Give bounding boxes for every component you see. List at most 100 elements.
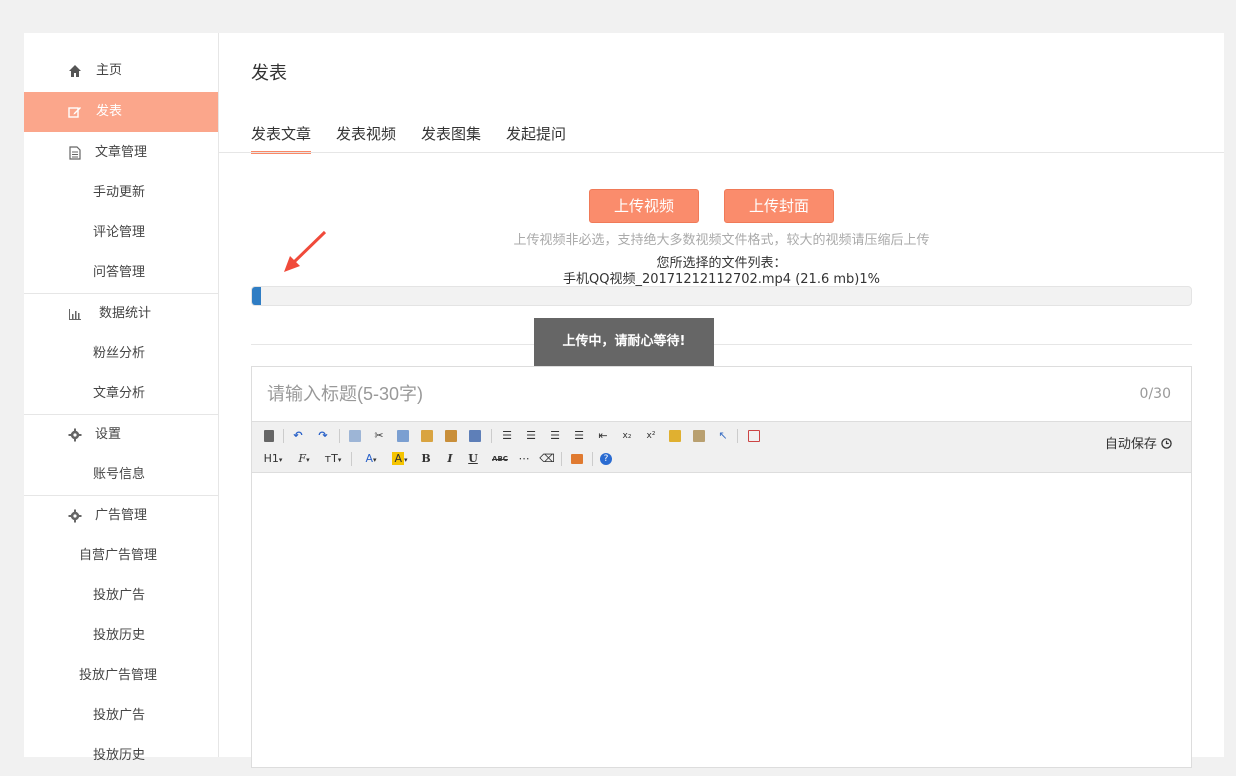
sidebar-item-place-ad[interactable]: 投放广告	[24, 576, 218, 616]
eraser-icon[interactable]: ⌫	[539, 450, 555, 468]
cut-icon[interactable]: ✂	[371, 427, 387, 445]
content-panel: 主页 发表 文章管理 手动更新 评论管理 问答管理 数据统计 粉丝分析 文章分析	[24, 33, 1224, 768]
sidebar-item-label: 账号信息	[93, 467, 146, 482]
clock-icon	[1161, 438, 1172, 449]
gear-icon	[68, 509, 82, 523]
bold-button[interactable]: B	[419, 450, 433, 468]
heading-select[interactable]: H1▾	[261, 450, 285, 468]
highlight-label: A	[392, 452, 404, 465]
toolbar-separator	[561, 452, 562, 466]
insert-image-icon[interactable]	[569, 450, 585, 468]
upload-cover-button[interactable]: 上传封面	[724, 189, 834, 223]
document-icon	[69, 146, 81, 160]
align-justify-icon[interactable]: ☰	[571, 427, 587, 445]
sidebar-item-manual-update[interactable]: 手动更新	[24, 173, 218, 213]
tab-ask-question[interactable]: 发起提问	[506, 121, 566, 151]
sidebar-item-label: 设置	[95, 427, 122, 442]
sidebar-item-comment-management[interactable]: 评论管理	[24, 213, 218, 253]
section-divider	[251, 344, 1192, 345]
size-label: тT	[324, 452, 338, 465]
sidebar-item-label: 主页	[96, 63, 123, 78]
sidebar-item-label: 自营广告管理	[79, 548, 158, 563]
highlight-color-button[interactable]: A ▾	[389, 450, 411, 468]
sidebar-item-home[interactable]: 主页	[24, 51, 218, 91]
sidebar-item-label: 投放广告	[93, 708, 146, 723]
upload-toast: 上传中，请耐心等待!	[534, 318, 714, 366]
sidebar-item-label: 广告管理	[95, 508, 148, 523]
sidebar-item-article-management[interactable]: 文章管理	[24, 133, 218, 173]
undo-icon[interactable]: ↶	[290, 427, 306, 445]
copy-icon[interactable]	[395, 427, 411, 445]
select-all-icon[interactable]: ↖	[715, 427, 731, 445]
font-size-select[interactable]: тT▾	[321, 450, 345, 468]
align-center-icon[interactable]: ☰	[523, 427, 539, 445]
title-input[interactable]	[252, 367, 1191, 421]
toolbar-separator	[351, 452, 352, 466]
tab-publish-gallery[interactable]: 发表图集	[421, 121, 481, 151]
horizontal-rule-icon[interactable]: ⋯	[516, 450, 532, 468]
editor-content-area[interactable]	[252, 473, 1191, 767]
redo-icon[interactable]: ↷	[315, 427, 331, 445]
underline-button[interactable]: U	[466, 450, 480, 468]
sidebar-item-statistics[interactable]: 数据统计	[24, 294, 218, 334]
sidebar-item-article-analysis[interactable]: 文章分析	[24, 374, 218, 414]
page-title: 发表	[251, 63, 287, 84]
main-content: 发表 发表文章 发表视频 发表图集 发起提问 上传视频 上传封面 上传视频非必选…	[219, 33, 1224, 768]
sidebar-item-label: 文章管理	[95, 145, 148, 160]
annotation-arrow-icon	[284, 230, 327, 272]
sidebar-item-ad-history[interactable]: 投放历史	[24, 616, 218, 656]
preview-icon[interactable]	[347, 427, 363, 445]
gear-icon	[68, 428, 82, 442]
toolbar-separator	[339, 429, 340, 443]
sidebar-item-settings[interactable]: 设置	[24, 415, 218, 455]
toolbar-separator	[592, 452, 593, 466]
sidebar-item-account-info[interactable]: 账号信息	[24, 455, 218, 495]
sidebar-item-qa-management[interactable]: 问答管理	[24, 253, 218, 293]
strikethrough-button[interactable]: ABC	[489, 450, 511, 468]
sidebar-item-self-ad-management[interactable]: 自营广告管理	[24, 536, 218, 576]
sidebar-item-label: 投放历史	[93, 628, 146, 643]
paste-word-icon[interactable]	[467, 427, 483, 445]
upload-video-button[interactable]: 上传视频	[589, 189, 699, 223]
sidebar: 主页 发表 文章管理 手动更新 评论管理 问答管理 数据统计 粉丝分析 文章分析	[24, 33, 219, 763]
font-family-select[interactable]: F▾	[293, 450, 315, 468]
tab-publish-video[interactable]: 发表视频	[336, 121, 396, 151]
italic-button[interactable]: I	[443, 450, 457, 468]
paste-text-icon[interactable]	[443, 427, 459, 445]
subscript-icon[interactable]: x₂	[619, 427, 635, 445]
help-icon[interactable]: ?	[598, 450, 614, 468]
edit-icon	[68, 107, 81, 118]
font-label: F	[298, 452, 307, 465]
align-right-icon[interactable]: ☰	[547, 427, 563, 445]
editor-toolbar: ↶ ↷ ✂ ☰ ☰ ☰ ☰ ⇤ x₂ x² ↖ H1▾ F▾ тT▾ A▾ A …	[252, 421, 1191, 473]
article-editor: 0/30 ↶ ↷ ✂ ☰ ☰ ☰	[251, 366, 1192, 768]
toolbar-separator	[737, 429, 738, 443]
sidebar-item-fans-analysis[interactable]: 粉丝分析	[24, 334, 218, 374]
font-color-button[interactable]: A▾	[361, 450, 381, 468]
tab-publish-article[interactable]: 发表文章	[251, 121, 312, 154]
paste-icon[interactable]	[419, 427, 435, 445]
sidebar-item-label: 投放广告	[93, 588, 146, 603]
format-painter-icon[interactable]	[691, 427, 707, 445]
autosave-label: 自动保存	[1104, 437, 1157, 452]
tabs-divider	[219, 152, 1224, 153]
sidebar-item-ad-management[interactable]: 广告管理	[24, 496, 218, 536]
autosave-toggle[interactable]: 自动保存	[1105, 433, 1172, 452]
fullscreen-icon[interactable]	[745, 427, 763, 445]
outdent-icon[interactable]: ⇤	[595, 427, 611, 445]
sidebar-item-label: 投放广告管理	[79, 668, 158, 683]
sidebar-item-publish[interactable]: 发表	[24, 92, 218, 132]
toolbar-separator	[491, 429, 492, 443]
sidebar-item-label: 手动更新	[93, 185, 146, 200]
bar-chart-icon	[69, 309, 81, 320]
clear-format-icon[interactable]	[667, 427, 683, 445]
sidebar-item-label: 数据统计	[99, 306, 152, 321]
align-left-icon[interactable]: ☰	[499, 427, 515, 445]
source-icon[interactable]	[261, 427, 277, 445]
sidebar-item-placed-ad-management[interactable]: 投放广告管理	[24, 656, 218, 696]
sidebar-item-place-ad[interactable]: 投放广告	[24, 696, 218, 736]
heading-label: H1	[263, 452, 279, 465]
sidebar-item-label: 发表	[96, 104, 123, 119]
superscript-icon[interactable]: x²	[643, 427, 659, 445]
sidebar-item-ad-history[interactable]: 投放历史	[24, 736, 218, 776]
